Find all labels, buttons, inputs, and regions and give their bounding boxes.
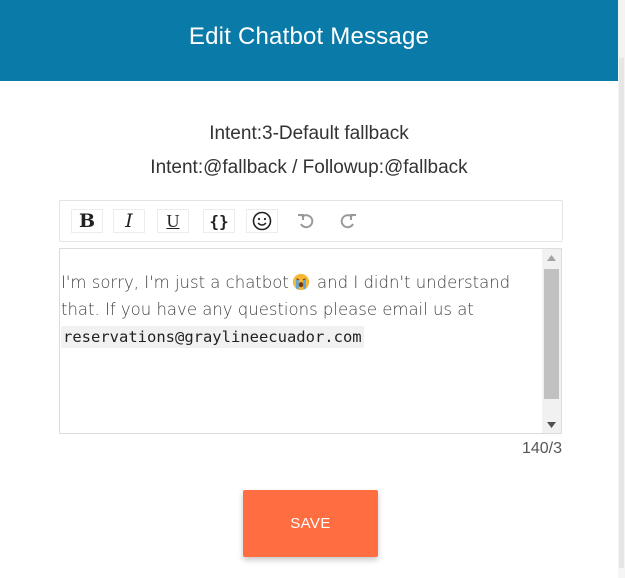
crying-face-emoji-icon <box>292 273 309 291</box>
scroll-down-arrow[interactable] <box>542 416 561 433</box>
scroll-thumb[interactable] <box>544 269 559 399</box>
email-code: reservations@graylineecuador.com <box>61 326 364 348</box>
emoji-button[interactable] <box>246 209 278 233</box>
message-text-part1: I'm sorry, I'm just a chatbot <box>61 273 289 292</box>
scroll-up-arrow[interactable] <box>542 249 561 266</box>
editor-toolbar: B I U {} <box>59 200 563 242</box>
page-scrollbar-edge <box>618 0 625 578</box>
dialog-header: Edit Chatbot Message <box>0 0 618 81</box>
triangle-up-icon <box>547 254 556 261</box>
undo-icon <box>298 214 314 229</box>
smiley-icon <box>252 211 272 231</box>
editor-scrollbar[interactable] <box>542 249 561 433</box>
edit-message-dialog: Edit Chatbot Message Intent:3-Default fa… <box>0 0 618 578</box>
redo-icon <box>340 214 356 229</box>
followup-label: Intent:@fallback / Followup:@fallback <box>150 157 468 178</box>
message-editor[interactable]: I'm sorry, I'm just a chatbot and I didn… <box>59 248 562 434</box>
message-text[interactable]: I'm sorry, I'm just a chatbot and I didn… <box>61 269 543 351</box>
bold-button[interactable]: B <box>71 209 103 233</box>
character-counter: 140/3 <box>521 440 562 457</box>
code-button[interactable]: {} <box>203 209 235 233</box>
redo-button[interactable] <box>332 209 364 233</box>
dialog-title: Edit Chatbot Message <box>188 22 430 50</box>
intent-label: Intent:3-Default fallback <box>209 123 409 144</box>
undo-button[interactable] <box>290 209 322 233</box>
save-button[interactable]: SAVE <box>243 490 378 557</box>
triangle-down-icon <box>547 421 556 428</box>
page-scrollbar-track[interactable] <box>619 58 624 568</box>
underline-button[interactable]: U <box>157 209 189 233</box>
italic-button[interactable]: I <box>113 209 145 233</box>
